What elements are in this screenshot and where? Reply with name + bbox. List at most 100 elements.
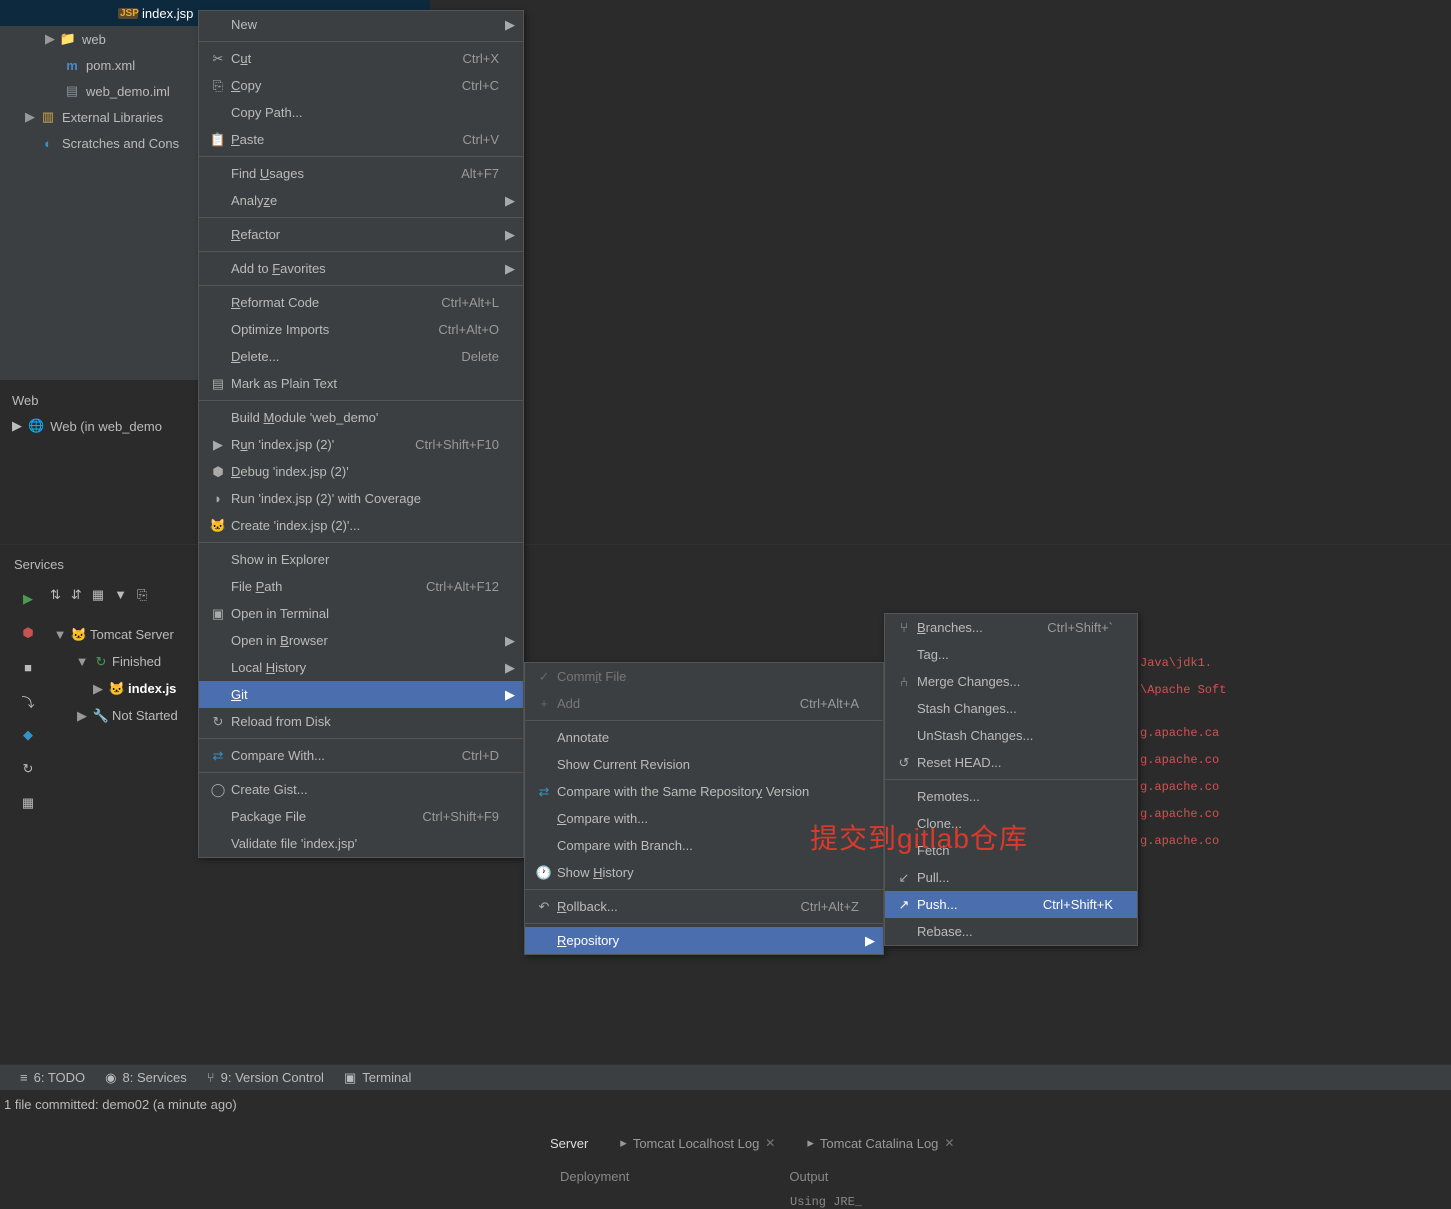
mi-open-browser[interactable]: Open in Browser▶ <box>199 627 523 654</box>
mi-paste[interactable]: 📋PasteCtrl+V <box>199 126 523 153</box>
web-panel-row[interactable]: ▶ 🌐 Web (in web_demo <box>12 418 162 434</box>
tomcat-icon: ▸ <box>620 1135 627 1151</box>
mi-git[interactable]: Git▶ <box>199 681 523 708</box>
mi-branches[interactable]: ⑂Branches...Ctrl+Shift+` <box>885 614 1137 641</box>
mi-annotate[interactable]: Annotate <box>525 724 883 751</box>
collapse-button[interactable]: ⇵ <box>71 587 82 603</box>
mi-add: +AddCtrl+Alt+A <box>525 690 883 717</box>
mi-reload[interactable]: ↻Reload from Disk <box>199 708 523 735</box>
mi-compare-same[interactable]: ⇄Compare with the Same Repository Versio… <box>525 778 883 805</box>
mi-copy-path[interactable]: Copy Path... <box>199 99 523 126</box>
close-icon[interactable]: ✕ <box>944 1136 954 1150</box>
tool-button[interactable]: ◆ <box>14 721 42 749</box>
mi-open-terminal[interactable]: ▣Open in Terminal <box>199 600 523 627</box>
separator <box>199 738 523 739</box>
mi-reformat[interactable]: Reformat CodeCtrl+Alt+L <box>199 289 523 316</box>
submenu-arrow-icon: ▶ <box>505 660 515 676</box>
label: Refactor <box>229 227 499 242</box>
mi-delete[interactable]: Delete...Delete <box>199 343 523 370</box>
stop-button[interactable]: ■ <box>14 653 42 681</box>
mi-push[interactable]: ↗Push...Ctrl+Shift+K <box>885 891 1137 918</box>
tree-label: Scratches and Cons <box>58 136 179 151</box>
tab-server[interactable]: Server <box>550 1136 588 1151</box>
mi-optimize[interactable]: Optimize ImportsCtrl+Alt+O <box>199 316 523 343</box>
filter-button[interactable]: ▼ <box>114 587 127 603</box>
shortcut: Ctrl+Shift+F10 <box>391 437 499 452</box>
mi-create[interactable]: 🐱Create 'index.jsp (2)'... <box>199 512 523 539</box>
coverage-icon: ◗ <box>207 491 229 506</box>
label: Merge Changes... <box>915 674 1113 689</box>
mi-gist[interactable]: ◯Create Gist... <box>199 776 523 803</box>
expand-button[interactable]: ⇅ <box>50 587 61 603</box>
label: Rebase... <box>915 924 1113 939</box>
mi-file-path[interactable]: File PathCtrl+Alt+F12 <box>199 573 523 600</box>
compare-icon: ⇄ <box>533 784 555 800</box>
mi-compare-with[interactable]: Compare with... <box>525 805 883 832</box>
mi-refactor[interactable]: Refactor▶ <box>199 221 523 248</box>
mi-run[interactable]: ▶Run 'index.jsp (2)'Ctrl+Shift+F10 <box>199 431 523 458</box>
mi-show-history[interactable]: 🕐Show History <box>525 859 883 886</box>
mi-compare-branch[interactable]: Compare with Branch... <box>525 832 883 859</box>
tool-button[interactable]: ⤵ <box>14 687 42 715</box>
mi-repository[interactable]: Repository▶ <box>525 927 883 954</box>
run-button[interactable]: ▶ <box>14 585 42 613</box>
mi-validate[interactable]: Validate file 'index.jsp' <box>199 830 523 857</box>
mi-cut[interactable]: ✂CutCtrl+X <box>199 45 523 72</box>
cut-icon: ✂ <box>207 51 229 67</box>
mi-compare[interactable]: ⇄Compare With...Ctrl+D <box>199 742 523 769</box>
label: 8: Services <box>122 1070 186 1085</box>
separator <box>199 542 523 543</box>
mi-new[interactable]: New▶ <box>199 11 523 38</box>
mi-mark-plain[interactable]: ▤Mark as Plain Text <box>199 370 523 397</box>
services-title: Services <box>14 557 64 572</box>
todo-icon: ≡ <box>20 1070 28 1085</box>
mi-show-explorer[interactable]: Show in Explorer <box>199 546 523 573</box>
mi-find-usages[interactable]: Find UsagesAlt+F7 <box>199 160 523 187</box>
toolwindow-terminal[interactable]: ▣Terminal <box>344 1070 411 1086</box>
mi-rollback[interactable]: ↶Rollback...Ctrl+Alt+Z <box>525 893 883 920</box>
close-icon[interactable]: ✕ <box>765 1136 775 1150</box>
library-icon: ▥ <box>38 109 58 125</box>
toolwindow-services[interactable]: ◉ 8: Services <box>105 1070 187 1086</box>
mi-build-module[interactable]: Build Module 'web_demo' <box>199 404 523 431</box>
tag-button[interactable]: ⎘ <box>137 587 147 603</box>
mi-rebase[interactable]: Rebase... <box>885 918 1137 945</box>
grid-button[interactable]: ▦ <box>92 587 104 603</box>
mi-package[interactable]: Package FileCtrl+Shift+F9 <box>199 803 523 830</box>
mi-local-history[interactable]: Local History▶ <box>199 654 523 681</box>
label: Terminal <box>362 1070 411 1085</box>
label: Show History <box>555 865 859 880</box>
tool-button[interactable]: ↻ <box>14 755 42 783</box>
mi-coverage[interactable]: ◗Run 'index.jsp (2)' with Coverage <box>199 485 523 512</box>
toolwindow-todo[interactable]: ≡6: TODO <box>20 1070 85 1085</box>
tab-localhost-log[interactable]: ▸Tomcat Localhost Log✕ <box>620 1135 775 1151</box>
mi-show-revision[interactable]: Show Current Revision <box>525 751 883 778</box>
mi-stash[interactable]: Stash Changes... <box>885 695 1137 722</box>
mi-tag[interactable]: Tag... <box>885 641 1137 668</box>
mi-unstash[interactable]: UnStash Changes... <box>885 722 1137 749</box>
label: Run 'index.jsp (2)' with Coverage <box>229 491 499 506</box>
mi-clone[interactable]: Clone... <box>885 810 1137 837</box>
mi-pull[interactable]: ↙Pull... <box>885 864 1137 891</box>
mi-reset[interactable]: ↺Reset HEAD... <box>885 749 1137 776</box>
toolwindow-vcs[interactable]: ⑂9: Version Control <box>207 1070 324 1085</box>
mi-add-favorites[interactable]: Add to Favorites▶ <box>199 255 523 282</box>
shortcut: Ctrl+Alt+F12 <box>402 579 499 594</box>
maven-icon: m <box>62 58 82 73</box>
mi-remotes[interactable]: Remotes... <box>885 783 1137 810</box>
mi-analyze[interactable]: Analyze▶ <box>199 187 523 214</box>
separator <box>199 400 523 401</box>
tool-button[interactable]: ▦ <box>14 789 42 817</box>
mi-debug[interactable]: ⬢Debug 'index.jsp (2)' <box>199 458 523 485</box>
label: Tomcat Server <box>90 627 174 642</box>
label: Find Usages <box>229 166 437 181</box>
mi-merge[interactable]: ⑃Merge Changes... <box>885 668 1137 695</box>
debug-button[interactable]: ⬢ <box>14 619 42 647</box>
label: Compare with... <box>555 811 859 826</box>
mi-copy[interactable]: ⎘CopyCtrl+C <box>199 72 523 99</box>
mi-fetch[interactable]: Fetch <box>885 837 1137 864</box>
tomcat-icon: ▸ <box>807 1135 814 1151</box>
services-icon: ◉ <box>105 1070 116 1086</box>
reload-icon: ↻ <box>207 714 229 730</box>
tab-catalina-log[interactable]: ▸Tomcat Catalina Log✕ <box>807 1135 954 1151</box>
